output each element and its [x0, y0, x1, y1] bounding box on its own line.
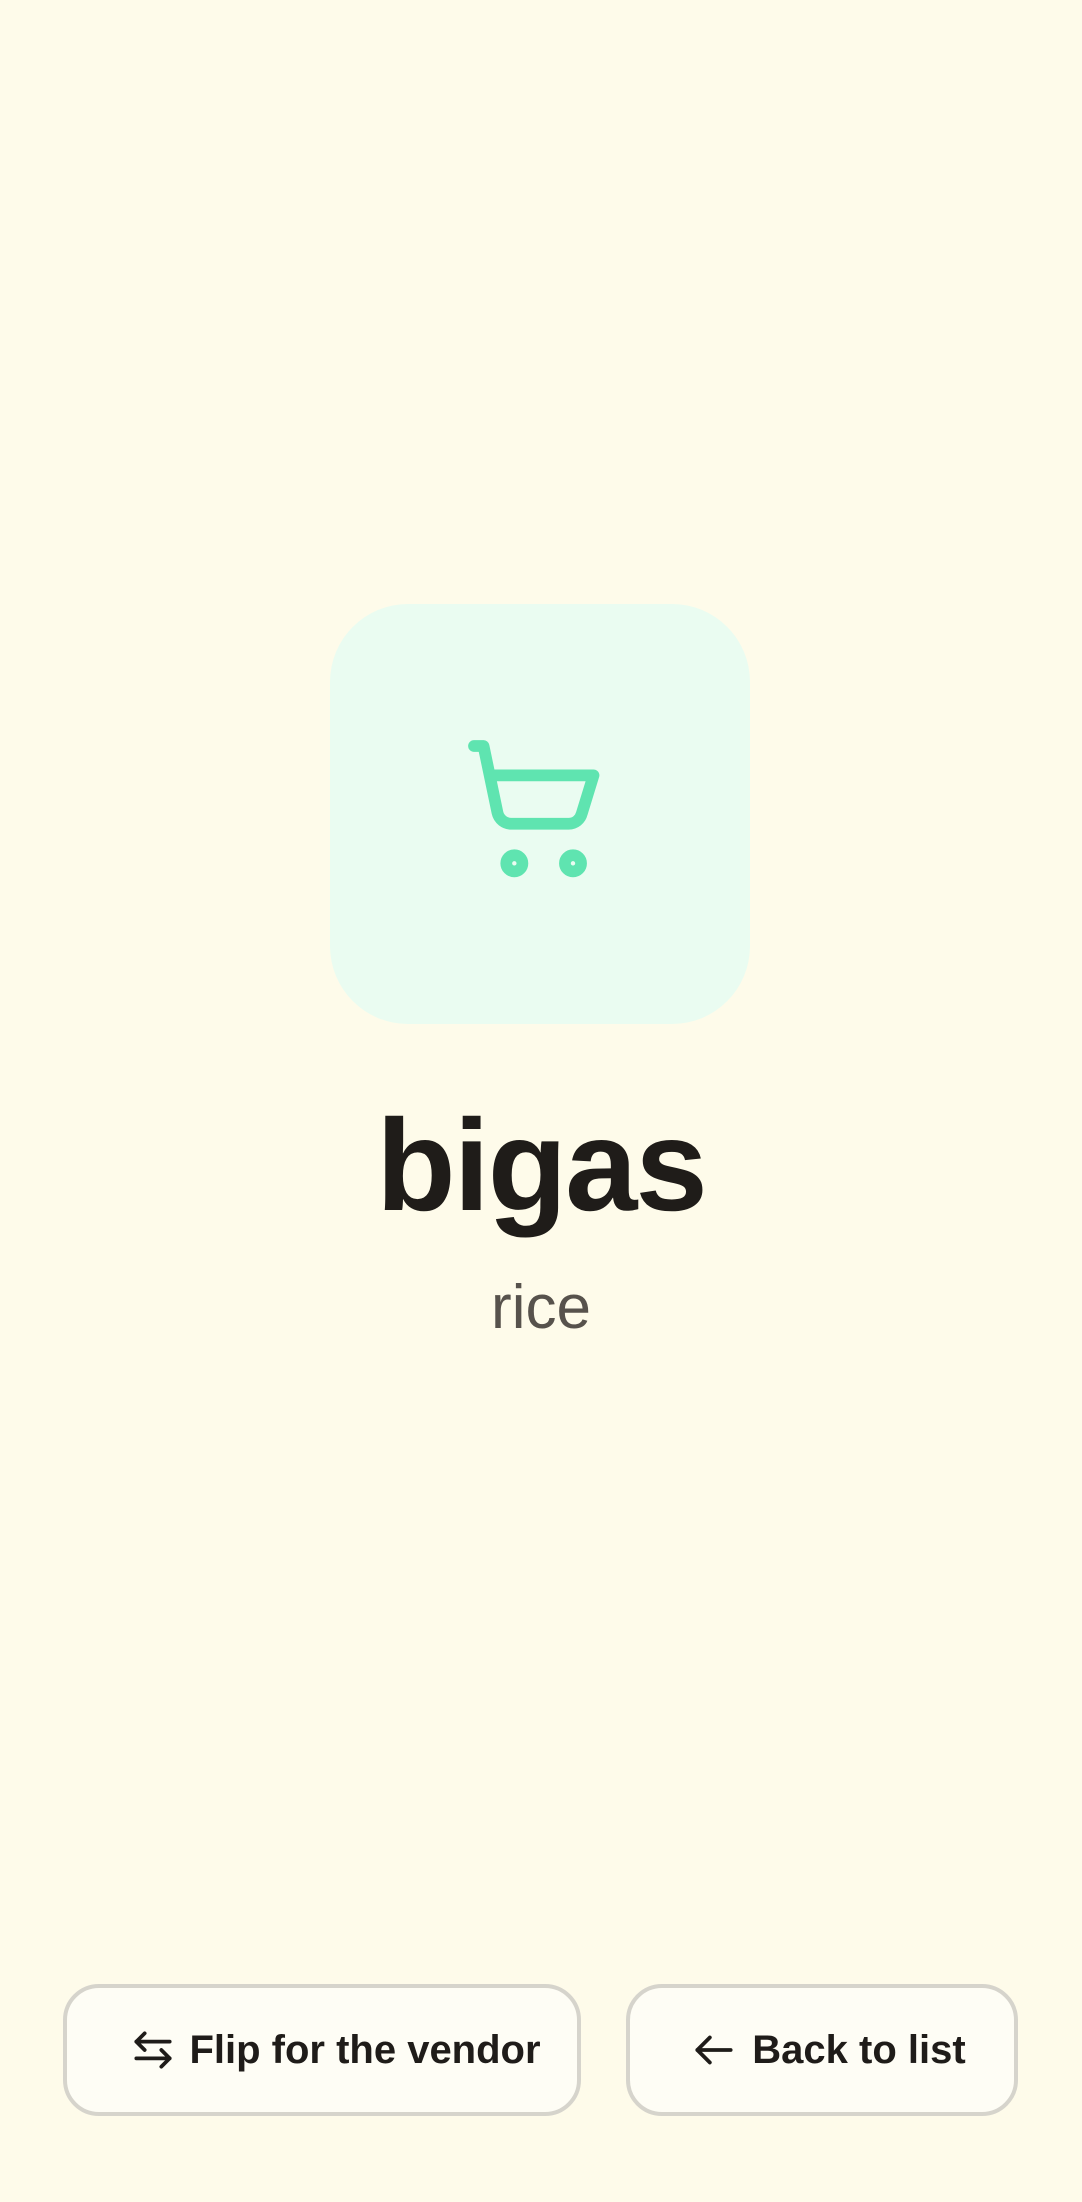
shopping-cart-icon: [452, 724, 628, 905]
swap-arrows-icon: [123, 2025, 183, 2075]
item-icon-tile: [330, 604, 750, 1024]
flip-button-label: Flip for the vendor: [189, 2028, 541, 2072]
translation: rice: [491, 1273, 591, 1342]
flashcard-screen: { "card": { "icon": "shopping-cart-icon"…: [0, 0, 1082, 2202]
back-to-list-button[interactable]: Back to list: [626, 1984, 1018, 2116]
back-button-label: Back to list: [752, 2028, 966, 2072]
target-word: bigas: [376, 1092, 708, 1238]
arrow-left-icon: [684, 2025, 744, 2075]
flip-for-vendor-button[interactable]: Flip for the vendor: [63, 1984, 581, 2116]
